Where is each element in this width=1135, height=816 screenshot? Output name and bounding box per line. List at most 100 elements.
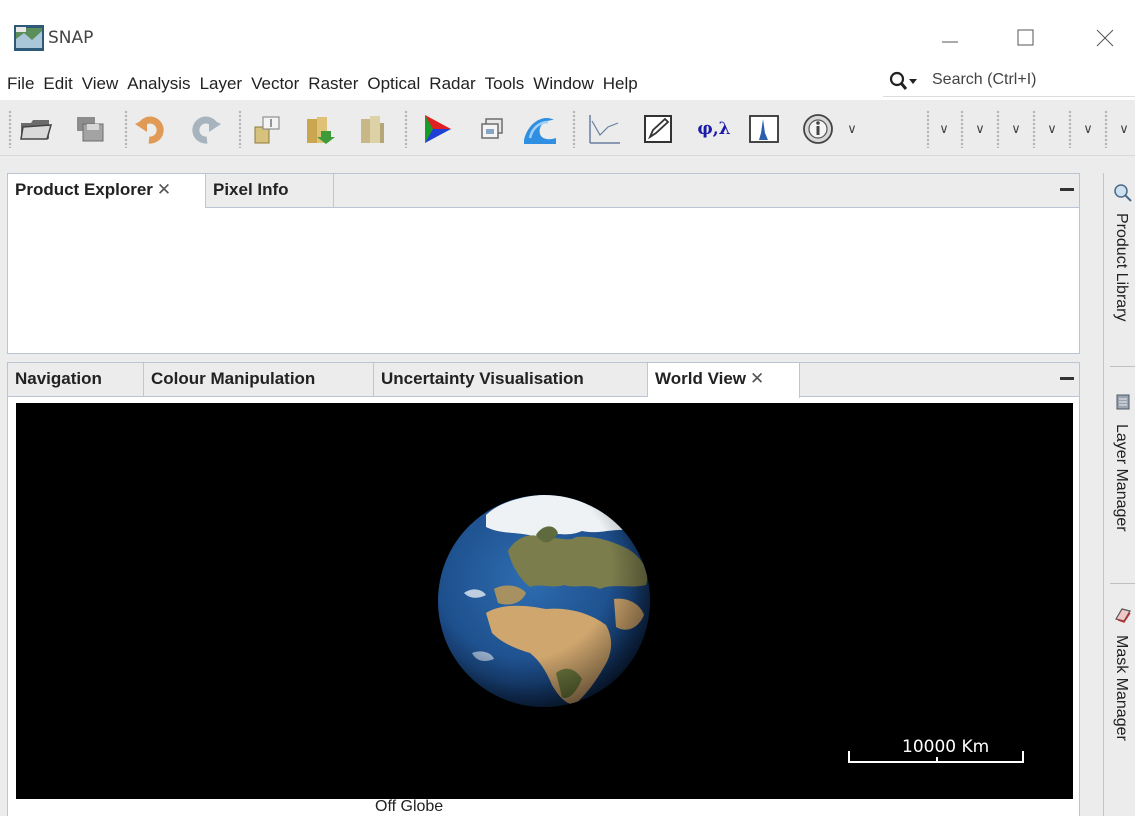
- scale-bar-tick: [848, 751, 850, 763]
- scale-bar-tick: [1022, 751, 1024, 763]
- open-window-button[interactable]: [474, 112, 510, 146]
- minimize-panel-button[interactable]: [1060, 188, 1074, 191]
- toolbar-overflow-button[interactable]: ∨: [844, 114, 860, 144]
- menu-help[interactable]: Help: [603, 74, 638, 94]
- snap-app-icon: [14, 25, 44, 51]
- open-product-button[interactable]: [18, 112, 54, 146]
- menu-view[interactable]: View: [82, 74, 119, 94]
- close-tab-icon[interactable]: ✕: [750, 369, 764, 388]
- information-button[interactable]: [800, 112, 836, 146]
- undo-button[interactable]: [134, 112, 170, 146]
- menu-window[interactable]: Window: [533, 74, 593, 94]
- toolbar-separator: [238, 110, 242, 148]
- toolbar-overflow-button[interactable]: ∨: [972, 114, 988, 144]
- save-product-icon: [77, 117, 104, 142]
- toolbar-overflow-button[interactable]: ∨: [1008, 114, 1024, 144]
- toolbar-overflow-button[interactable]: ∨: [936, 114, 952, 144]
- toolbar-separator: [8, 110, 12, 148]
- rgb-image-button[interactable]: [420, 112, 456, 146]
- menu-analysis[interactable]: Analysis: [127, 74, 190, 94]
- tab-label: Colour Manipulation: [151, 369, 316, 388]
- redo-icon: [192, 116, 221, 144]
- scale-bar-label: 10000 Km: [902, 737, 990, 757]
- product-library-icon: [1114, 184, 1132, 202]
- chevron-down-icon: ∨: [847, 121, 857, 137]
- chevron-down-icon: ∨: [1011, 121, 1021, 137]
- menu-radar[interactable]: Radar: [429, 74, 475, 94]
- tab-label: Product Explorer: [15, 180, 153, 199]
- tab-navigation[interactable]: Navigation: [8, 363, 144, 397]
- toolbar-separator: [996, 110, 1000, 148]
- toolbar-separator: [404, 110, 408, 148]
- close-icon: [1096, 29, 1114, 47]
- right-sidebar: Product Library Layer Manager Mask Manag…: [1103, 173, 1135, 816]
- title-bar: SNAP: [0, 0, 1135, 68]
- tab-uncertainty-visualisation[interactable]: Uncertainty Visualisation: [374, 363, 648, 397]
- close-tab-icon[interactable]: ✕: [157, 180, 171, 199]
- export-button[interactable]: [354, 112, 390, 146]
- menu-vector[interactable]: Vector: [251, 74, 299, 94]
- band-maths-button[interactable]: [250, 112, 286, 146]
- histogram-button[interactable]: [746, 112, 782, 146]
- pen-icon: [644, 115, 672, 143]
- save-product-button[interactable]: [72, 112, 108, 146]
- menu-optical[interactable]: Optical: [367, 74, 420, 94]
- sidebar-item-mask-manager[interactable]: Mask Manager: [1104, 593, 1135, 793]
- chevron-down-icon: ∨: [975, 121, 985, 137]
- window-title: SNAP: [48, 28, 94, 48]
- draw-button[interactable]: [640, 112, 676, 146]
- world-view-canvas[interactable]: 10000 Km: [16, 403, 1073, 799]
- plot-button[interactable]: [586, 112, 622, 146]
- menu-tools[interactable]: Tools: [485, 74, 525, 94]
- minimize-window-button[interactable]: [930, 22, 970, 54]
- product-explorer-panel: Product Explorer ✕ Pixel Info: [7, 173, 1080, 354]
- toolbar-separator: [572, 110, 576, 148]
- world-view-panel: Navigation Colour Manipulation Uncertain…: [7, 362, 1080, 816]
- menu-raster[interactable]: Raster: [308, 74, 358, 94]
- mask-manager-icon: [1115, 608, 1131, 623]
- search-icon[interactable]: [889, 71, 921, 91]
- search-field[interactable]: Search (Ctrl+I): [883, 65, 1135, 97]
- main-area: Product Explorer ✕ Pixel Info Navigation …: [0, 156, 1135, 816]
- open-product-icon: [20, 120, 53, 140]
- menu-layer[interactable]: Layer: [200, 74, 243, 94]
- geo-coding-icon: φ,λ: [697, 119, 731, 139]
- sidebar-item-product-library[interactable]: Product Library: [1104, 173, 1135, 353]
- sidebar-separator: [1110, 583, 1135, 584]
- minimize-icon: [942, 41, 958, 43]
- toolbar-separator: [926, 110, 930, 148]
- tab-label: Pixel Info: [213, 180, 289, 199]
- tab-label: Navigation: [15, 369, 102, 388]
- minimize-panel-button[interactable]: [1060, 377, 1074, 380]
- import-button[interactable]: [302, 112, 338, 146]
- geo-coding-button[interactable]: φ,λ: [692, 112, 736, 146]
- maximize-window-button[interactable]: [1006, 22, 1046, 54]
- bottom-panel-tabs: Navigation Colour Manipulation Uncertain…: [8, 363, 1079, 398]
- chevron-down-icon: ∨: [1119, 121, 1129, 137]
- close-window-button[interactable]: [1085, 22, 1125, 54]
- toolbar-overflow-button[interactable]: ∨: [1044, 114, 1060, 144]
- toolbar-overflow-button[interactable]: ∨: [1080, 114, 1096, 144]
- tab-colour-manipulation[interactable]: Colour Manipulation: [144, 363, 374, 397]
- plot-icon: [589, 115, 620, 144]
- sidebar-item-layer-manager[interactable]: Layer Manager: [1104, 378, 1135, 568]
- layer-manager-icon: [1116, 394, 1130, 410]
- scale-bar-tick: [936, 757, 938, 763]
- information-icon: [803, 114, 833, 144]
- search-placeholder: Search (Ctrl+I): [932, 71, 1037, 88]
- menu-file[interactable]: File: [7, 74, 34, 94]
- import-icon: [307, 117, 335, 144]
- toolbar-overflow-button[interactable]: ∨: [1116, 114, 1132, 144]
- export-icon: [361, 116, 384, 143]
- tab-product-explorer[interactable]: Product Explorer ✕: [8, 174, 206, 209]
- menu-edit[interactable]: Edit: [43, 74, 72, 94]
- sidebar-label: Mask Manager: [1113, 635, 1130, 741]
- band-maths-icon: [254, 116, 280, 144]
- wave-button[interactable]: [522, 112, 558, 146]
- product-tree[interactable]: [8, 208, 1079, 353]
- menu-items: File Edit View Analysis Layer Vector Ras…: [7, 74, 647, 94]
- redo-button[interactable]: [186, 112, 222, 146]
- tab-world-view[interactable]: World View ✕: [648, 363, 800, 398]
- tab-pixel-info[interactable]: Pixel Info: [206, 174, 334, 208]
- rgb-image-icon: [425, 115, 451, 143]
